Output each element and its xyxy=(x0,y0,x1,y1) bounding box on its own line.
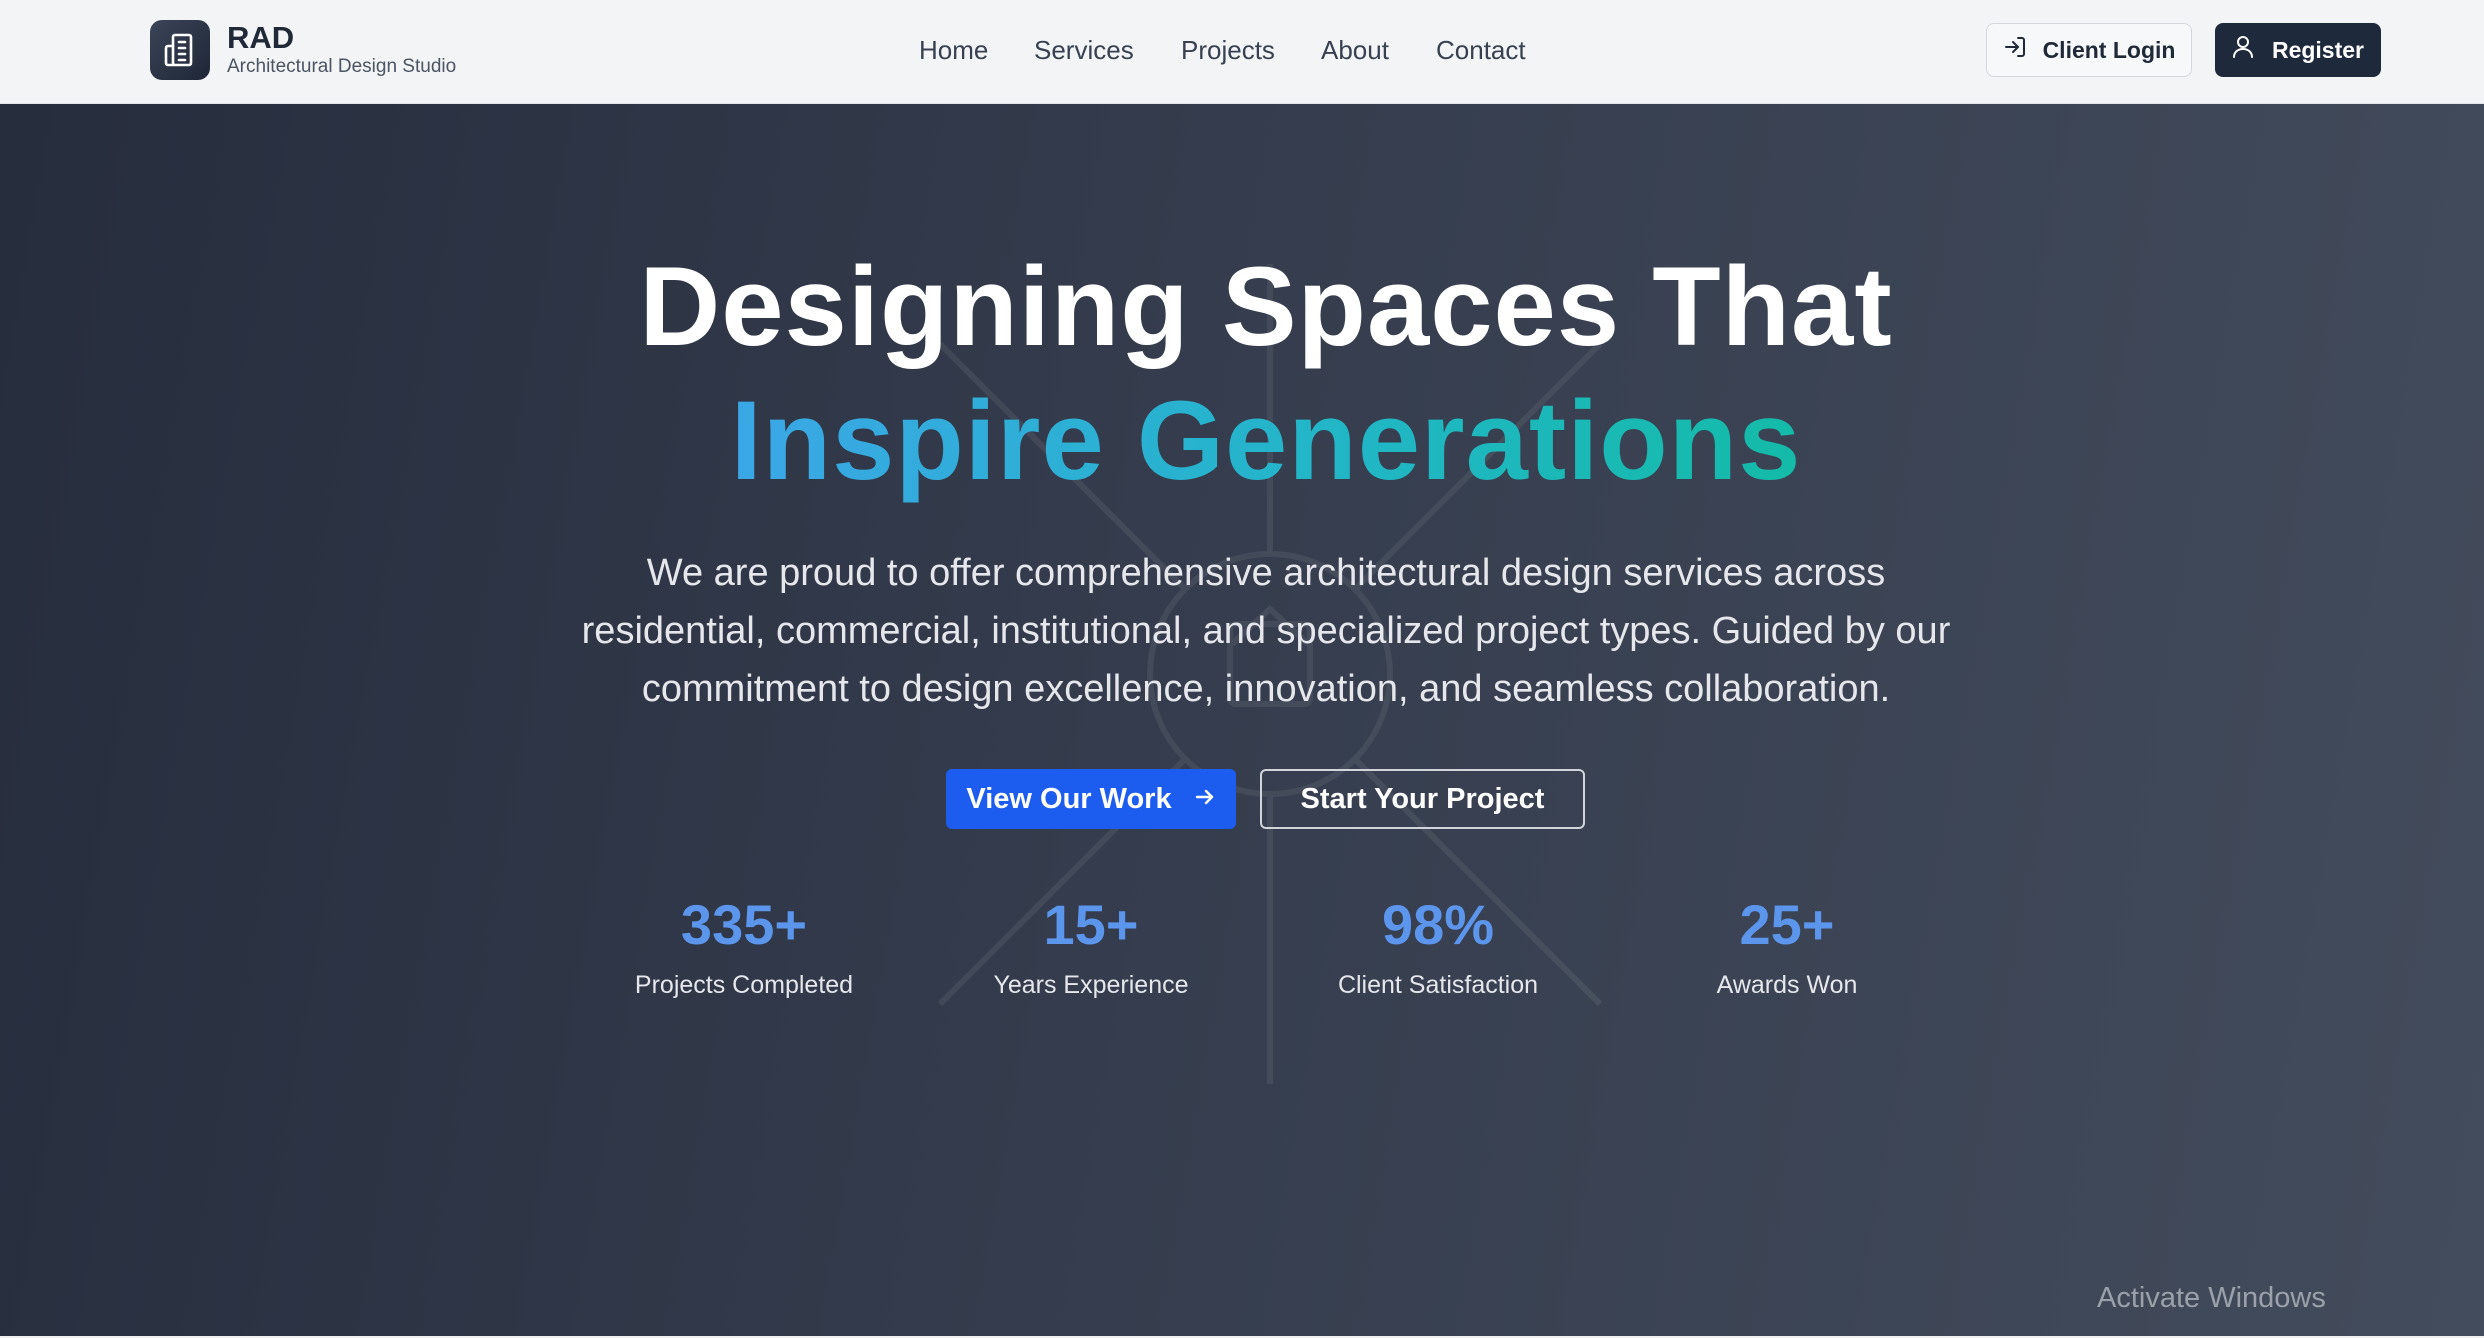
nav-home[interactable]: Home xyxy=(919,30,988,70)
stat-label: Client Satisfaction xyxy=(1337,971,1539,999)
stat-value: 25+ xyxy=(1739,893,1835,956)
stat-client-satisfaction: 98% Client Satisfaction xyxy=(1278,892,1598,1000)
site-header: RAD Architectural Design Studio Home Ser… xyxy=(0,0,2484,104)
user-icon xyxy=(2232,35,2254,65)
hero-headline-line2: Inspire Generations xyxy=(0,376,2484,506)
arrow-right-icon xyxy=(1194,783,1216,816)
hero-lead-paragraph: We are proud to offer comprehensive arch… xyxy=(581,552,1951,710)
stat-value: 15+ xyxy=(1043,893,1139,956)
view-our-work-label: View Our Work xyxy=(966,782,1172,815)
stat-label: Awards Won xyxy=(1716,971,1858,999)
nav-services[interactable]: Services xyxy=(1034,30,1134,70)
nav-contact[interactable]: Contact xyxy=(1436,30,1526,70)
stat-value: 98% xyxy=(1381,893,1495,956)
hero-headline-gradient-text: Inspire Generations xyxy=(730,378,1802,503)
stat-projects-completed: 335+ Projects Completed xyxy=(584,892,904,1000)
stat-value: 335+ xyxy=(680,893,808,956)
stat-awards-won: 25+ Awards Won xyxy=(1627,892,1947,1000)
nav-projects[interactable]: Projects xyxy=(1181,30,1275,70)
activate-windows-watermark: Activate Windows xyxy=(2097,1282,2326,1314)
stat-years-experience: 15+ Years Experience xyxy=(931,892,1251,1000)
stat-label: Projects Completed xyxy=(634,971,854,999)
client-login-button[interactable]: Client Login xyxy=(1986,23,2192,77)
hero-section: Designing Spaces That Inspire Generation… xyxy=(0,104,2484,1338)
register-button[interactable]: Register xyxy=(2215,23,2381,77)
hero-headline-line1: Designing Spaces That xyxy=(639,244,1893,369)
client-login-label: Client Login xyxy=(2042,36,2176,63)
start-your-project-label: Start Your Project xyxy=(1300,782,1545,815)
view-our-work-button[interactable]: View Our Work xyxy=(946,769,1236,829)
stat-label: Years Experience xyxy=(993,971,1189,999)
start-your-project-button[interactable]: Start Your Project xyxy=(1260,769,1585,829)
login-arrow-icon xyxy=(2003,35,2027,65)
register-label: Register xyxy=(2271,36,2365,63)
nav-about[interactable]: About xyxy=(1321,30,1389,70)
